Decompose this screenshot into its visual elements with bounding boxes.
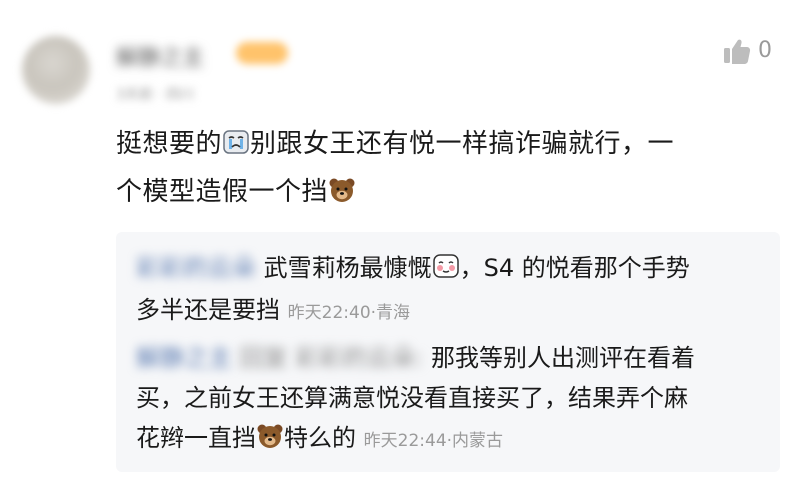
reply-text-part: 武雪莉杨最慷慨 [263,254,432,282]
avatar[interactable] [22,36,90,104]
reply-2-line-3: 花辫一直挡 特么的 昨天22:44·内蒙古 [136,420,503,459]
thumbs-up-icon[interactable] [722,36,752,66]
comment-username[interactable]: 解静之主 [116,40,204,72]
reply-text-part: ，S4 的悦看那个手势 [459,254,690,282]
reply-author[interactable]: 解静之主 [136,344,232,372]
reply-location: 青海 [376,303,411,323]
comment-text-part: 挺想要的 [116,129,223,159]
comment-meta: 3天前 · 四川 [116,87,195,103]
reply-2-line-2: 买，之前女王还算满意悦没看直接买了，结果弄个麻 [136,380,688,416]
blushing-face-emoji-icon [432,254,459,278]
bear-face-emoji-icon [257,424,283,448]
reply-text-part: 花辫一直挡 [136,424,256,452]
reply-text-part: 买，之前女王还算满意悦没看直接买了，结果弄个麻 [136,384,688,412]
reply-text-part: 多半还是要挡 [136,296,280,324]
reply-2-line-1: 解静之主 回复 彩彩的云朵: 那我等别人出测评在看着 [136,340,695,376]
reply-time: 昨天22:40 [287,303,371,323]
reply-1-line-1: 彩彩的云朵 武雪莉杨最慷慨 ，S4 的悦看那个手势 [136,250,690,286]
like-count: 0 [758,38,772,63]
reply-text-part: 那我等别人出测评在看着 [431,344,695,372]
comment-text-part: 别跟女王还有悦一样搞诈骗就行，一 [250,129,675,159]
like-button[interactable]: 0 [722,36,782,70]
bear-face-emoji-icon [329,178,355,202]
comment-text: 挺想要的 别跟女王还有悦一样搞诈骗就行，一 个模型造假一个挡 [116,120,786,216]
replies-panel: 彩彩的云朵 武雪莉杨最慷慨 ，S4 的悦看那个手势 多半还是要挡 昨天22:40… [116,232,780,472]
reply-text-part: 特么的 [284,424,356,452]
level-badge [236,42,288,64]
reply-location: 内蒙古 [452,431,504,451]
reply-time: 昨天22:44 [363,431,447,451]
comment-header: 解静之主 3天前 · 四川 0 [0,0,800,110]
reply-1-line-2: 多半还是要挡 昨天22:40·青海 [136,292,410,331]
reply-to: 回复 彩彩的云朵: [239,344,424,372]
reply-author[interactable]: 彩彩的云朵 [136,254,256,282]
comment-text-part: 个模型造假一个挡 [116,177,329,207]
crying-face-emoji-icon [223,130,249,154]
